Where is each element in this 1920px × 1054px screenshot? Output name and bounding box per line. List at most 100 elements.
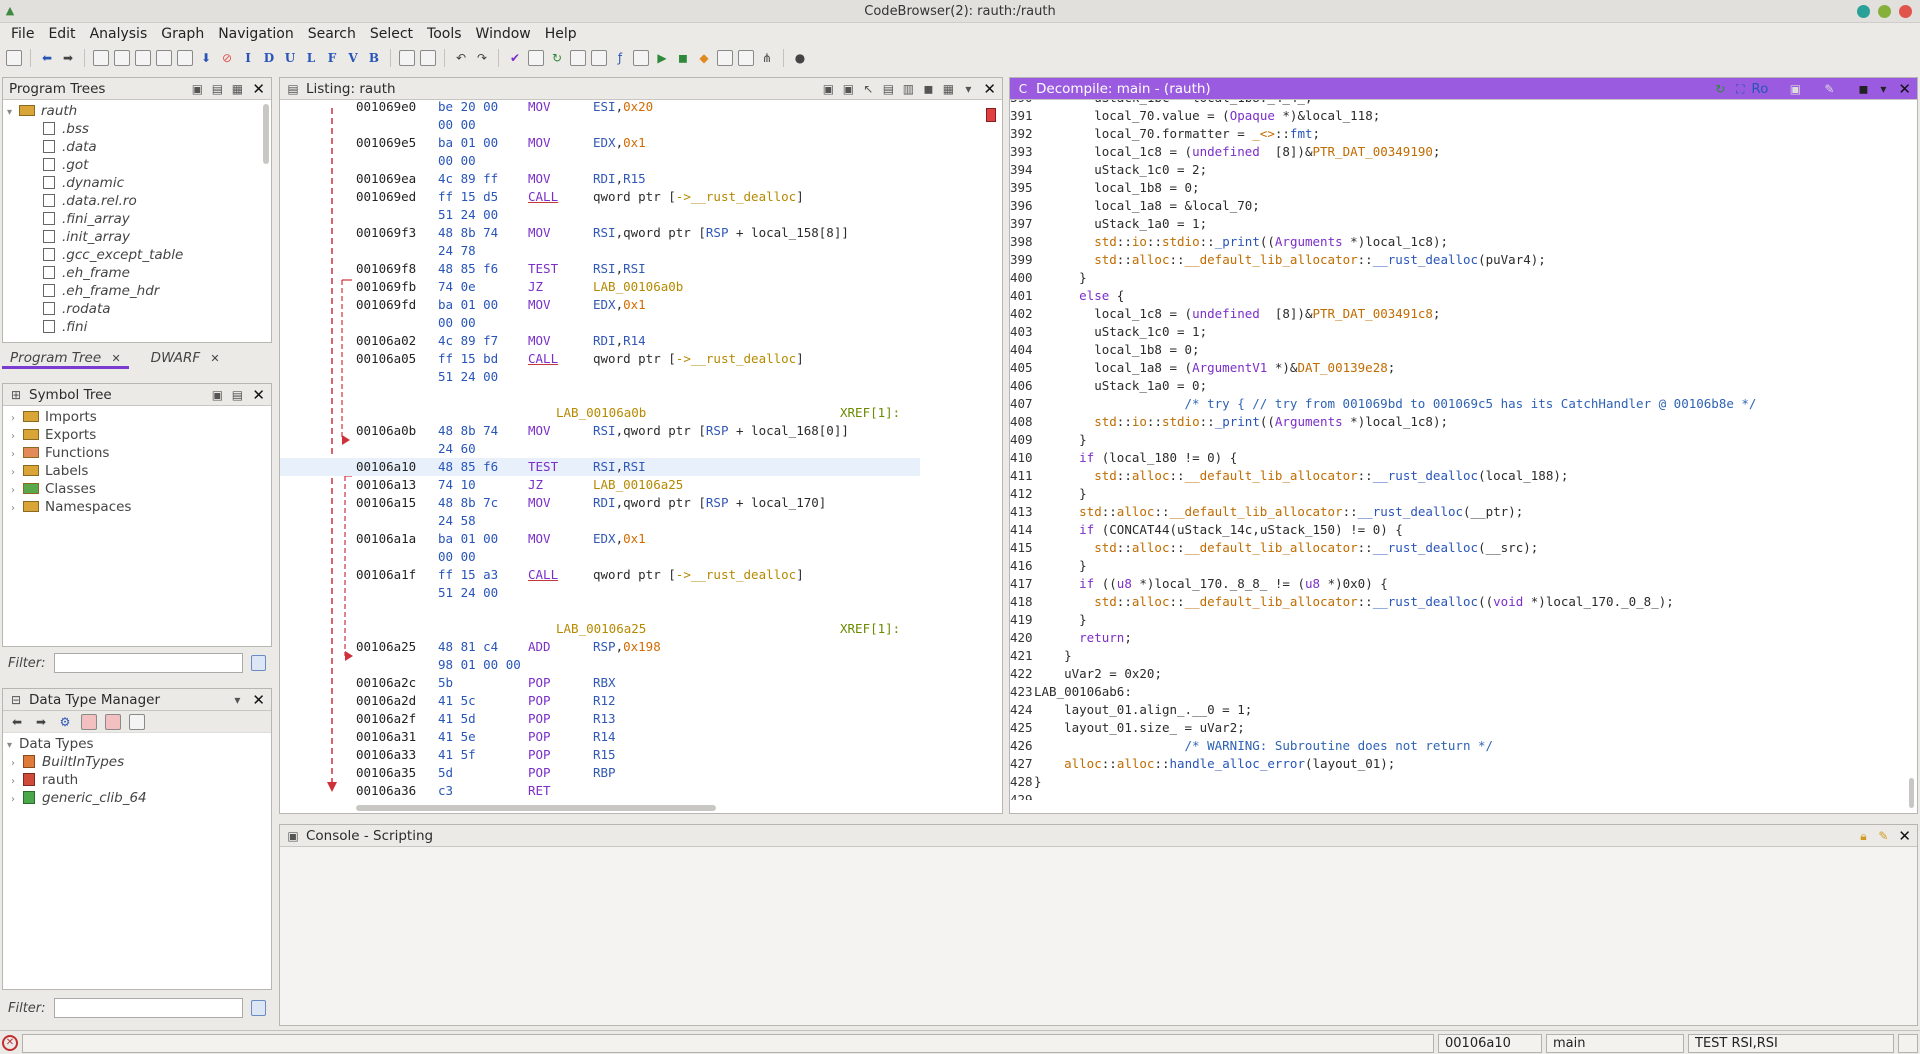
address[interactable]: 00106a15 [356, 494, 416, 512]
back-icon[interactable]: ⬅ [39, 50, 55, 66]
mnemonic[interactable]: POP [528, 710, 551, 728]
close-tab-icon[interactable]: ✕ [111, 352, 120, 365]
code-line[interactable]: 406 uStack_1a0 = 0; [1010, 377, 1207, 395]
chevron-right-icon[interactable]: › [11, 791, 23, 809]
mnemonic[interactable]: JZ [528, 278, 543, 296]
code-line[interactable]: 423LAB_00106ab6: [1010, 683, 1132, 701]
close-icon[interactable]: ✕ [252, 80, 265, 98]
tree-item[interactable]: .data [3, 138, 271, 156]
operands[interactable]: LAB_00106a0b [593, 278, 683, 296]
tree-item[interactable]: .eh_frame_hdr [3, 282, 271, 300]
redo-icon[interactable]: ↷ [474, 50, 490, 66]
code-line[interactable]: 425 layout_01.size_ = uVar2; [1010, 719, 1245, 737]
bookmark-b-icon[interactable]: B [366, 50, 382, 66]
address[interactable]: 001069e5 [356, 134, 416, 152]
code-line[interactable]: 404 local_1b8 = 0; [1010, 341, 1200, 359]
tree-item[interactable]: .got [3, 156, 271, 174]
snapshot-icon[interactable]: ◼ [1856, 82, 1870, 96]
window-icon[interactable] [717, 50, 733, 66]
operands[interactable]: qword ptr [->__rust_dealloc] [593, 350, 804, 368]
symbol-item-namespaces[interactable]: › Namespaces [3, 498, 271, 516]
tree-icon[interactable]: ⋔ [759, 50, 775, 66]
menu-graph[interactable]: Graph [154, 23, 211, 45]
close-icon[interactable]: ✕ [252, 691, 265, 709]
mnemonic[interactable]: POP [528, 674, 551, 692]
undo-icon[interactable]: ↶ [453, 50, 469, 66]
minimize-button[interactable] [1857, 5, 1870, 18]
snapshot-icon[interactable]: ▤ [230, 388, 244, 402]
code-line[interactable]: 407 /* try { // try from 001069bd to 001… [1010, 395, 1756, 413]
mnemonic[interactable]: MOV [528, 530, 551, 548]
tree-item[interactable]: .bss [3, 120, 271, 138]
clear-console-icon[interactable]: ✎ [1876, 829, 1890, 843]
bytes[interactable]: 41 5f [438, 746, 476, 764]
bytes[interactable]: 24 78 [438, 242, 476, 260]
code-line[interactable]: 391 local_70.value = (Opaque *)&local_11… [1010, 107, 1380, 125]
tree-item[interactable]: .rodata [3, 300, 271, 318]
code-line[interactable]: 415 std::alloc::__default_lib_allocator:… [1010, 539, 1538, 557]
dtm-item[interactable]: › rauth [3, 771, 271, 789]
bytes[interactable]: 4c 89 f7 [438, 332, 498, 350]
address[interactable]: 001069fb [356, 278, 416, 296]
code-line[interactable]: 416 } [1010, 557, 1087, 575]
collapse-all-icon[interactable] [129, 713, 145, 730]
operands[interactable]: RBX [593, 674, 616, 692]
code-line[interactable]: 396 local_1a8 = &local_70; [1010, 197, 1260, 215]
operands[interactable]: RSP,0x198 [593, 638, 661, 656]
code-line[interactable]: 417 if ((u8 *)local_170._8_8_ != (u8 *)0… [1010, 575, 1388, 593]
next-instruction-icon[interactable] [114, 50, 130, 66]
table-icon[interactable] [738, 50, 754, 66]
menu-analysis[interactable]: Analysis [83, 23, 155, 45]
bytes[interactable]: 51 24 00 [438, 206, 498, 224]
code-line[interactable]: 394 uStack_1c0 = 2; [1010, 161, 1207, 179]
stop-icon[interactable]: ⊘ [219, 50, 235, 66]
export-icon[interactable]: ⛶ [1733, 82, 1747, 96]
help-bubble-icon[interactable]: ● [792, 50, 808, 66]
code-line[interactable]: 401 else { [1010, 287, 1124, 305]
code-line[interactable]: 428} [1010, 773, 1042, 791]
folder-icon[interactable] [591, 50, 607, 66]
code-line[interactable]: 393 local_1c8 = (undefined [8])&PTR_DAT_… [1010, 143, 1440, 161]
tree-item[interactable]: .data.rel.ro [3, 192, 271, 210]
listing-hscrollbar[interactable] [356, 805, 716, 811]
tree-scrollbar[interactable] [263, 104, 269, 164]
new-tree-icon[interactable]: ▣ [190, 82, 204, 96]
menu-file[interactable]: File [4, 23, 41, 45]
dtm-root[interactable]: ▾ Data Types [3, 735, 271, 753]
scripts-icon[interactable] [633, 50, 649, 66]
undefined-u-icon[interactable]: U [282, 50, 298, 66]
operands[interactable]: RSI,RSI [593, 260, 646, 278]
bytes[interactable]: 4c 89 ff [438, 170, 498, 188]
dtm-filter-input[interactable] [53, 998, 243, 1018]
menu-navigation[interactable]: Navigation [211, 23, 301, 45]
edit-fields-icon[interactable]: ▤ [881, 82, 895, 96]
next-function-icon[interactable] [177, 50, 193, 66]
bytes[interactable]: ba 01 00 [438, 296, 498, 314]
code-line[interactable]: 427 alloc::alloc::handle_alloc_error(lay… [1010, 755, 1395, 773]
bytes[interactable]: 51 24 00 [438, 584, 498, 602]
mnemonic[interactable]: RET [528, 782, 551, 800]
create-namespace-icon[interactable]: ▣ [210, 388, 224, 402]
close-window-button[interactable] [1899, 5, 1912, 18]
snapshot-icon[interactable]: ◼ [921, 82, 935, 96]
refresh-tree-icon[interactable]: ▦ [230, 82, 244, 96]
refresh-icon[interactable]: ↻ [549, 50, 565, 66]
symbol-item-imports[interactable]: › Imports [3, 408, 271, 426]
mnemonic[interactable]: POP [528, 692, 551, 710]
operands[interactable]: ESI,0x20 [593, 98, 653, 116]
mnemonic[interactable]: CALL [528, 566, 558, 584]
copy-icon[interactable]: ▣ [821, 82, 835, 96]
xref-label[interactable]: XREF[1]: [840, 620, 900, 638]
function-f-icon[interactable]: F [324, 50, 340, 66]
cursor-mode-icon[interactable]: ↖ [861, 82, 875, 96]
code-line[interactable]: 399 std::alloc::__default_lib_allocator:… [1010, 251, 1546, 269]
operands[interactable]: RDI,qword ptr [RSP + local_170] [593, 494, 826, 512]
mnemonic[interactable]: POP [528, 728, 551, 746]
chevron-right-icon[interactable]: › [11, 500, 23, 518]
address[interactable]: 00106a36 [356, 782, 416, 800]
tab-dwarf[interactable]: DWARF ✕ [143, 347, 228, 369]
mnemonic[interactable]: MOV [528, 170, 551, 188]
tree-root[interactable]: ▾ rauth [3, 102, 271, 120]
data-d-icon[interactable]: D [261, 50, 277, 66]
bytes[interactable]: 00 00 [438, 152, 476, 170]
